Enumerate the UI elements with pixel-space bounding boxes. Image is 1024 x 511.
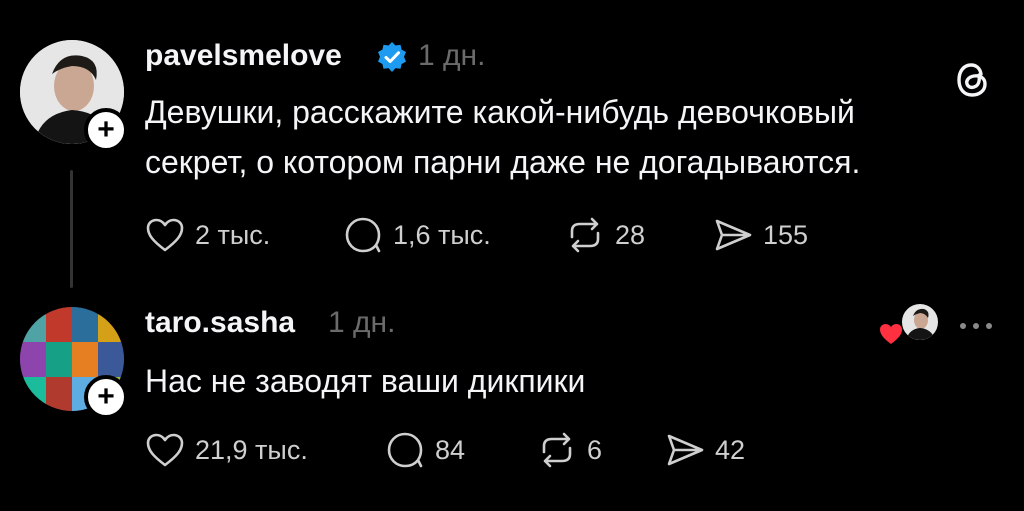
like-count: 21,9 тыс. <box>195 434 308 465</box>
post-actions: 2 тыс. 1,6 тыс. 28 155 <box>145 216 808 254</box>
comment-button[interactable]: 84 <box>385 431 537 469</box>
share-button[interactable]: 155 <box>713 217 808 253</box>
share-count: 42 <box>715 434 746 465</box>
post-main: + pavelsmelove 1 дн. Девушки, расскажите… <box>0 0 1024 290</box>
follow-plus-button[interactable]: + <box>84 375 128 419</box>
repost-count: 28 <box>615 219 646 250</box>
post-text-line-2: секрет, о котором парни даже не догадыва… <box>145 144 861 180</box>
like-count: 2 тыс. <box>195 219 271 250</box>
like-button[interactable]: 2 тыс. <box>145 217 343 253</box>
share-button[interactable]: 42 <box>665 432 745 468</box>
author-mini-photo-icon <box>906 308 935 340</box>
verified-badge-icon <box>376 41 408 78</box>
repost-icon <box>570 217 600 253</box>
post-text-line-1: Девушки, расскажите какой-нибудь девочко… <box>145 94 855 130</box>
share-count: 155 <box>763 219 809 250</box>
liked-heart-icon <box>880 324 902 344</box>
username[interactable]: taro.sasha <box>145 306 295 340</box>
comment-icon <box>345 217 381 253</box>
username[interactable]: pavelsmelove <box>145 39 342 73</box>
thread-connector-line <box>70 170 73 288</box>
repost-button[interactable]: 6 <box>537 432 665 468</box>
timestamp: 1 дн. <box>418 39 486 72</box>
repost-icon <box>542 432 572 468</box>
repost-count: 6 <box>587 434 603 465</box>
follow-plus-button[interactable]: + <box>84 108 128 152</box>
comment-count: 1,6 тыс. <box>393 219 491 250</box>
share-icon <box>715 219 752 251</box>
like-button[interactable]: 21,9 тыс. <box>145 432 385 468</box>
timestamp: 1 дн. <box>328 306 396 339</box>
heart-icon <box>146 218 184 252</box>
threads-logo-icon[interactable] <box>955 60 991 105</box>
post-reply: + taro.sasha 1 дн. Нас не заводят ваши д… <box>0 290 1024 511</box>
more-icon[interactable] <box>958 318 994 336</box>
share-icon <box>667 434 704 466</box>
post-text: Девушки, расскажите какой-нибудь девочко… <box>145 87 860 187</box>
author-liked-indicator <box>878 302 940 348</box>
author-avatar-mini <box>900 302 940 342</box>
comment-button[interactable]: 1,6 тыс. <box>343 216 565 254</box>
comment-icon <box>387 432 423 468</box>
heart-icon <box>146 433 184 467</box>
reply-text: Нас не заводят ваши дикпики <box>145 363 586 399</box>
repost-button[interactable]: 28 <box>565 217 713 253</box>
reply-actions: 21,9 тыс. 84 6 42 <box>145 431 745 469</box>
comment-count: 84 <box>435 434 466 465</box>
